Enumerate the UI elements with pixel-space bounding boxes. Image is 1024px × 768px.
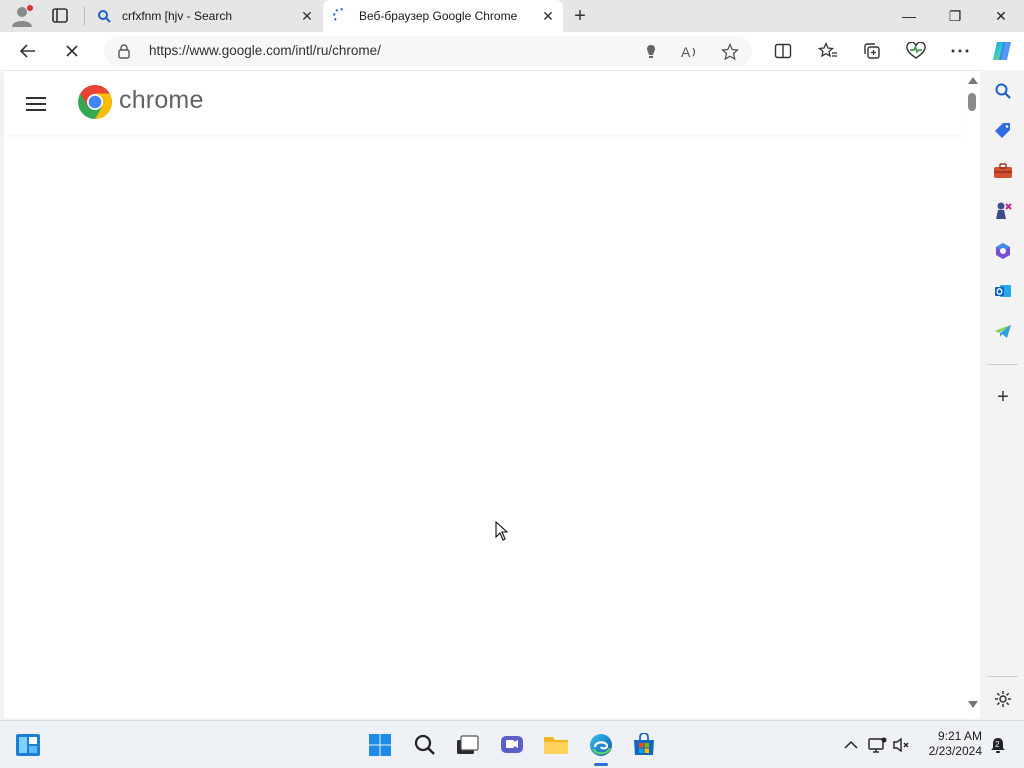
edge-icon[interactable] [588,732,614,758]
store-icon[interactable] [631,732,657,758]
volume-muted-icon[interactable] [889,732,915,758]
sidebar-separator [988,364,1018,365]
show-hidden-icons-icon[interactable] [838,732,864,758]
browser-essentials-icon[interactable] [902,37,930,65]
screen: crfxfnm [hjv - Search ✕ Веб-браузер Goog… [0,0,1024,768]
task-view-icon[interactable] [454,732,480,758]
url-text[interactable]: https://www.google.com/intl/ru/chrome/ [149,43,381,58]
favorites-icon[interactable] [814,37,842,65]
loading-spinner-icon [333,8,349,24]
tab-title: crfxfnm [hjv - Search [122,9,233,23]
restore-button[interactable]: ❐ [932,0,978,32]
tab-actions-icon[interactable] [48,6,72,26]
copilot-icon[interactable] [988,37,1016,65]
address-bar[interactable]: https://www.google.com/intl/ru/chrome/ A [104,36,752,66]
windows-taskbar: 9:21 AM 2/23/2024 2 [0,720,1024,768]
notifications-icon[interactable]: 2 [985,732,1011,758]
microsoft-365-icon[interactable] [992,240,1014,262]
outlook-icon[interactable] [992,280,1014,302]
split-screen-icon[interactable] [769,37,797,65]
edge-sidebar: + [982,70,1024,718]
mouse-cursor-icon [495,520,509,541]
minimize-button[interactable]: — [886,0,932,32]
more-menu-icon[interactable] [946,37,974,65]
close-tab-icon[interactable]: ✕ [537,5,559,27]
read-aloud-icon[interactable]: A [679,41,701,63]
start-icon[interactable] [367,732,393,758]
new-tab-button[interactable]: + [568,4,592,28]
clock-time: 9:21 AM [937,729,982,743]
search-icon [96,8,112,24]
chat-icon[interactable] [499,732,525,758]
clock[interactable]: 9:21 AM 2/23/2024 [929,729,982,759]
site-header: chrome [4,71,964,135]
favorite-star-icon[interactable] [719,41,741,63]
network-icon[interactable] [864,732,890,758]
hamburger-menu-icon[interactable] [24,93,48,113]
chrome-logo-text[interactable]: chrome [119,86,204,115]
tab-bar: crfxfnm [hjv - Search ✕ Веб-браузер Goog… [0,0,1024,32]
scroll-down-arrow-icon[interactable] [968,701,978,708]
clock-date: 2/23/2024 [928,744,982,758]
games-icon[interactable] [992,200,1014,222]
sidebar-separator [988,676,1018,677]
close-window-button[interactable]: ✕ [978,0,1024,32]
tab-separator [84,7,85,25]
telegram-icon[interactable] [992,320,1014,342]
shopping-tag-icon[interactable] [992,120,1014,142]
active-app-indicator [594,763,608,766]
browser-toolbar: https://www.google.com/intl/ru/chrome/ A [0,32,1024,70]
search-icon[interactable] [992,80,1014,102]
tab-chrome[interactable]: Веб-браузер Google Chrome ✕ [323,0,563,32]
chrome-logo-icon[interactable] [77,84,113,120]
widgets-icon[interactable] [15,732,41,758]
close-tab-icon[interactable]: ✕ [296,5,318,27]
search-icon[interactable] [412,732,438,758]
profile-icon[interactable] [10,4,36,28]
settings-gear-icon[interactable] [992,688,1014,710]
back-button[interactable] [14,37,42,65]
tab-search[interactable]: crfxfnm [hjv - Search ✕ [86,0,322,32]
scroll-up-arrow-icon[interactable] [968,77,978,84]
tab-title: Веб-браузер Google Chrome [359,9,518,23]
collections-icon[interactable] [858,37,886,65]
svg-text:A: A [681,44,691,60]
web-page: chrome [4,70,980,719]
file-explorer-icon[interactable] [543,732,569,758]
tools-icon[interactable] [992,160,1014,182]
page-scrollbar[interactable] [966,71,980,719]
tracking-icon[interactable] [640,41,662,63]
add-sidebar-app-button[interactable]: + [992,386,1014,408]
svg-text:2: 2 [995,740,1000,749]
lock-icon[interactable] [116,43,132,59]
stop-loading-button[interactable] [58,37,86,65]
scroll-thumb[interactable] [968,93,976,111]
